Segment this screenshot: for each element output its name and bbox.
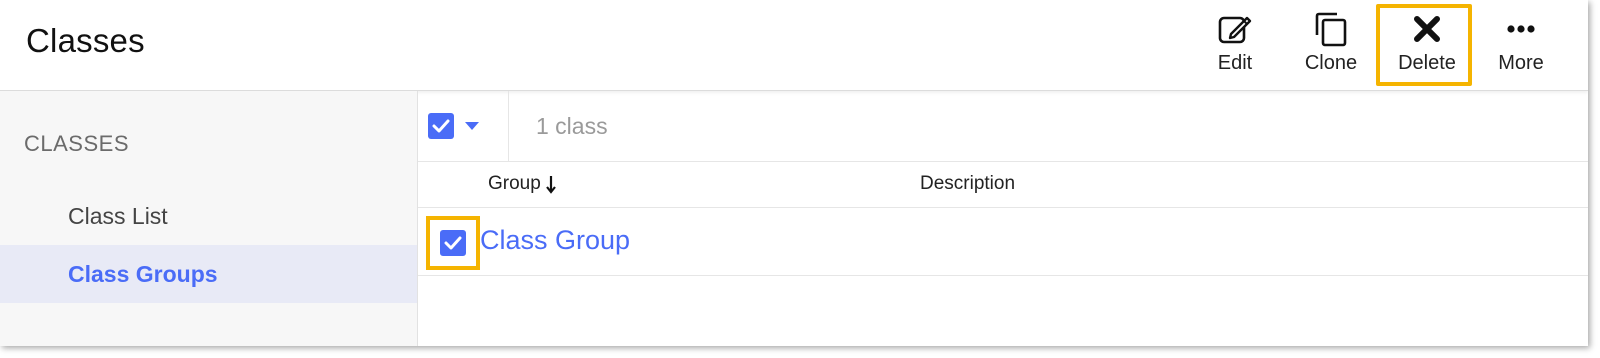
page-title: Classes (26, 22, 145, 59)
divider (508, 91, 509, 161)
sidebar-item-label: Class Groups (68, 260, 218, 287)
sort-down-arrow-icon (545, 176, 556, 194)
column-header-group-label: Group (488, 173, 541, 194)
clone-icon (1313, 10, 1349, 48)
sidebar-heading: CLASSES (24, 131, 129, 156)
check-icon (432, 119, 450, 133)
select-all-dropdown[interactable] (428, 113, 480, 139)
selection-count: 1 class (536, 113, 608, 139)
page-header: Classes Edit Clone Delete More (0, 0, 1588, 91)
more-dots-icon (1506, 10, 1536, 48)
delete-highlight-box (1376, 4, 1472, 86)
column-header-description[interactable]: Description (920, 173, 1015, 195)
edit-button[interactable]: Edit (1190, 10, 1280, 80)
clone-label: Clone (1304, 52, 1358, 74)
main-content: 1 class Group Description Class Group (418, 91, 1588, 346)
more-label: More (1498, 52, 1544, 74)
caret-down-icon (465, 122, 479, 130)
more-button[interactable]: More (1476, 10, 1566, 80)
clone-button[interactable]: Clone (1286, 10, 1376, 80)
row-checkbox[interactable] (440, 230, 466, 256)
edit-icon (1217, 10, 1253, 48)
sidebar-item-class-list[interactable]: Class List (0, 187, 417, 245)
sidebar-item-class-groups[interactable]: Class Groups (0, 245, 417, 303)
sidebar: CLASSES Class List Class Groups (0, 91, 418, 346)
edit-label: Edit (1217, 52, 1253, 74)
row-checkbox-highlight[interactable] (426, 216, 480, 270)
select-all-checkbox[interactable] (428, 113, 454, 139)
table-row: Class Group (418, 208, 1588, 276)
sidebar-item-label: Class List (68, 202, 168, 229)
selection-bar: 1 class (418, 91, 1588, 162)
check-icon (444, 236, 462, 250)
column-header-group[interactable]: Group (488, 173, 557, 195)
app-window: Classes Edit Clone Delete More CLASSES C… (0, 0, 1588, 346)
table-header: Group Description (418, 162, 1588, 208)
class-group-link[interactable]: Class Group (480, 225, 630, 256)
